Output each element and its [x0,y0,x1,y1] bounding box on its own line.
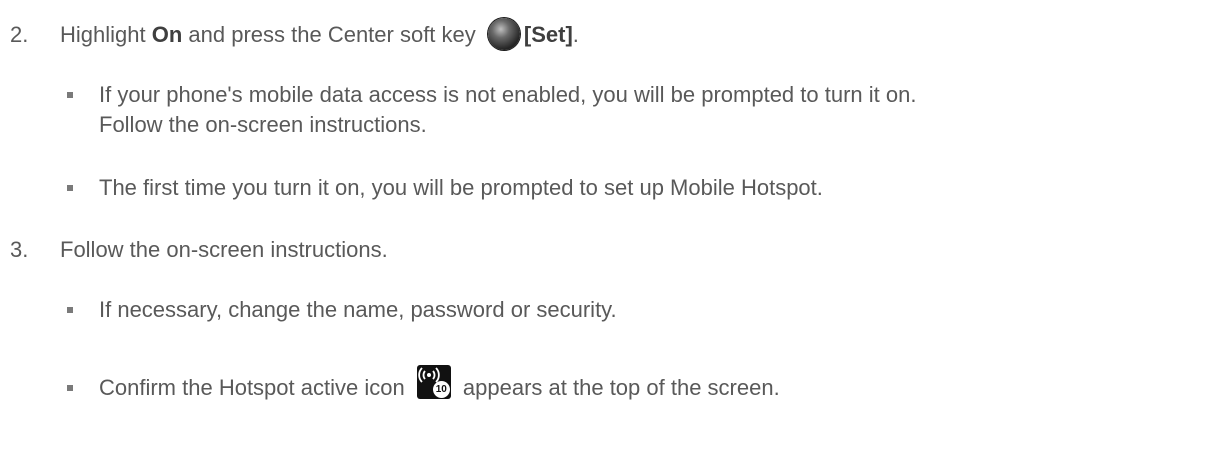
center-soft-key-icon [487,18,520,51]
step-number: 3. [10,237,29,262]
bullet-text: The first time you turn it on, you will … [99,175,823,200]
step-bold-set: [Set] [523,22,573,47]
step-bold-on: On [151,22,183,47]
bullet-marker [67,385,73,391]
bullet-marker [67,185,73,191]
step-text: Follow the on-screen instructions. [60,237,388,262]
bullet-text: If your phone's mobile data access is no… [99,82,917,107]
step-text-part: and press the Center soft key [182,22,482,47]
bullet-marker [67,307,73,313]
bullet-text: Confirm the Hotspot active icon 10 appea… [99,365,780,402]
bullet-text-continued: Follow the on-screen instructions. [99,112,427,137]
step-number: 2. [10,22,29,47]
step-text-part: . [572,22,579,47]
hotspot-active-icon: 10 [416,365,451,400]
bullet-text: If necessary, change the name, password … [99,297,617,322]
step-text: Highlight On and press the Center soft k… [60,18,579,51]
bullet-text-part: Confirm the Hotspot active icon [99,375,411,400]
bullet-text-part: appears at the top of the screen. [456,375,780,400]
step-text-part: Highlight [60,22,152,47]
bullet-marker [67,92,73,98]
hotspot-badge: 10 [432,381,450,399]
